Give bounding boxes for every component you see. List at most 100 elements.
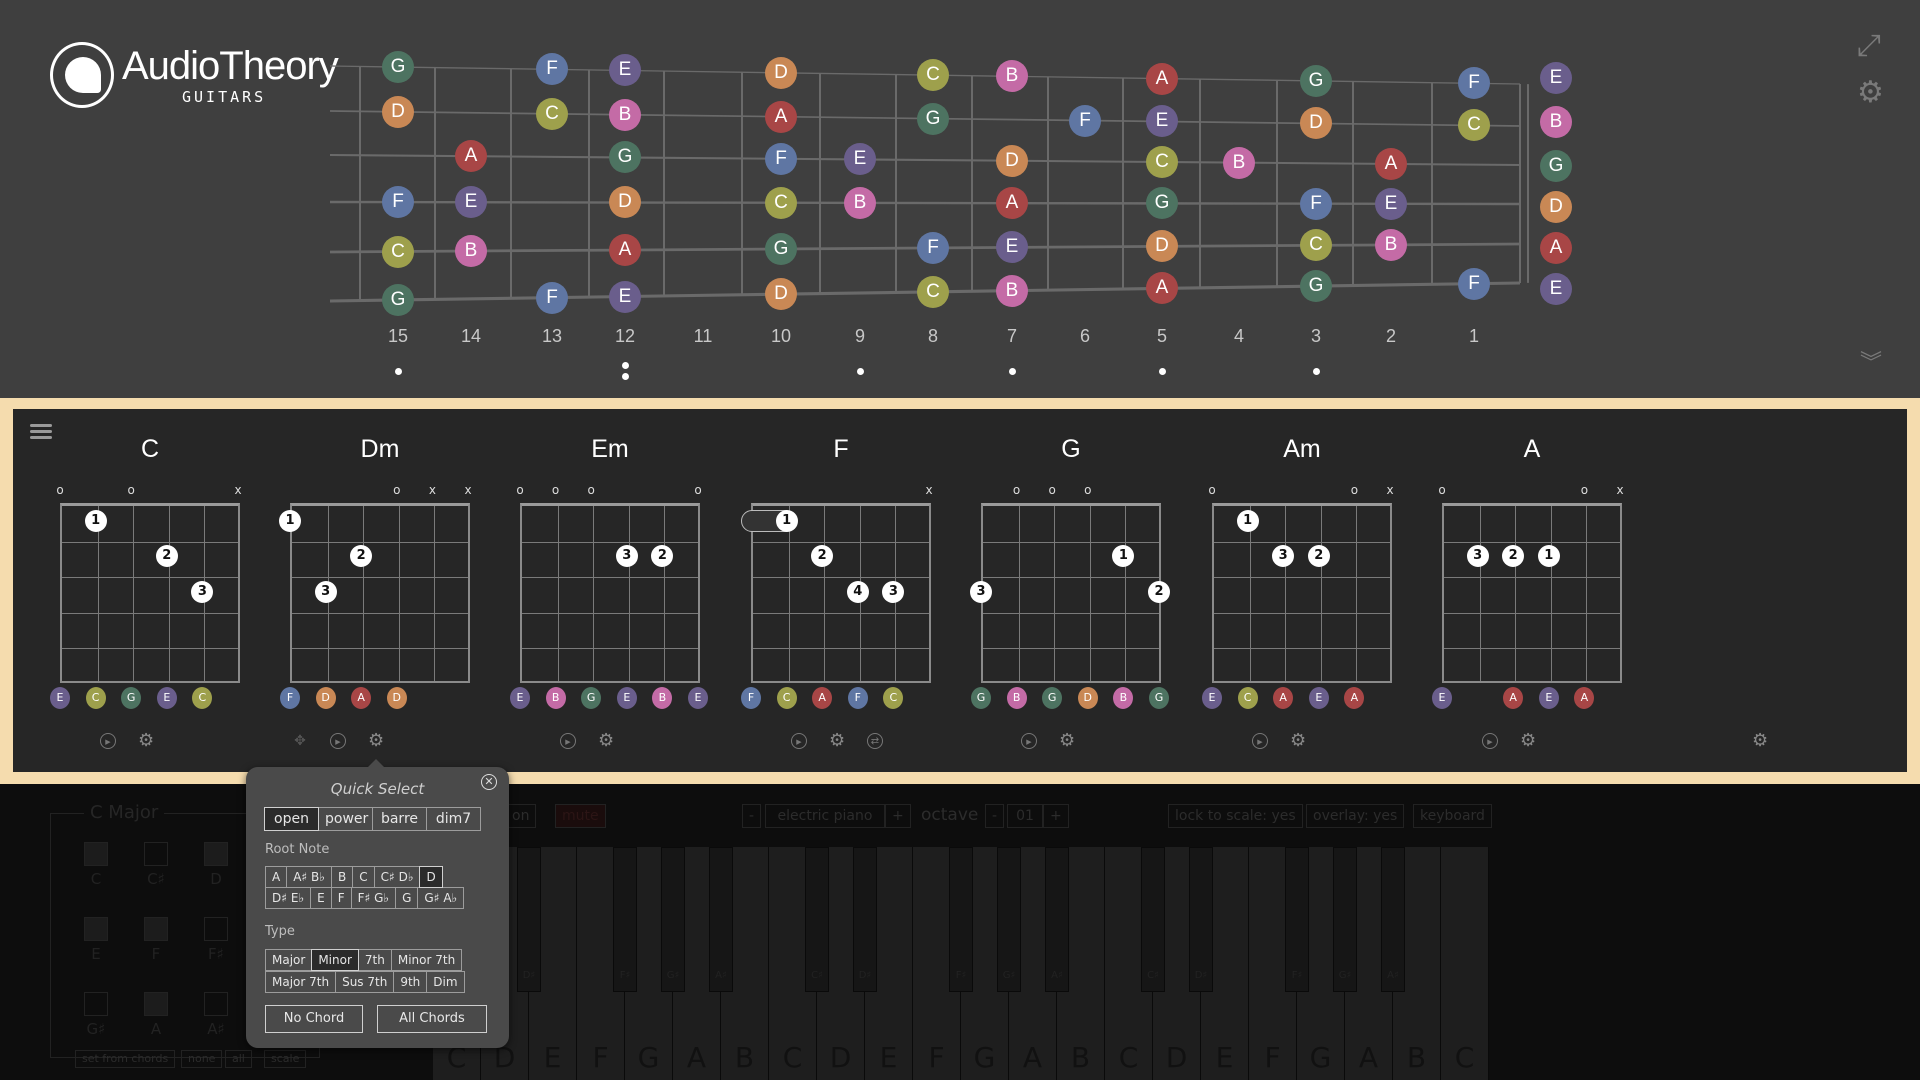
root-note-option[interactable]: A (265, 866, 288, 888)
root-note-option[interactable]: G♯ A♭ (417, 887, 465, 909)
piano-black-key[interactable]: C♯ (805, 847, 829, 992)
chord-card[interactable]: Ao o x 3 2 1 E A E A ▶ ⚙ (1432, 409, 1672, 772)
shape-option[interactable]: power (318, 807, 373, 831)
overlay-button[interactable]: overlay: yes (1306, 804, 1405, 828)
fretboard-note[interactable]: D (996, 144, 1028, 177)
play-icon[interactable]: ▶ (560, 733, 576, 749)
fretboard-note[interactable]: G (1540, 150, 1572, 182)
gear-icon[interactable]: ⚙ (1290, 732, 1306, 750)
add-chord-gear-icon[interactable]: ⚙ (1752, 732, 1768, 750)
scale-preset-button[interactable]: all (225, 1050, 252, 1068)
fretboard-note[interactable]: D (382, 95, 414, 128)
fretboard-note[interactable]: E (1540, 273, 1572, 305)
instrument-select[interactable]: electric piano (765, 804, 885, 828)
root-note-option[interactable]: F♯ G♭ (350, 887, 397, 909)
fretboard-note[interactable]: E (609, 280, 641, 313)
keyboard-button[interactable]: keyboard (1413, 804, 1492, 828)
fretboard-note[interactable]: D (1540, 191, 1572, 223)
chord-card[interactable]: Am o o x 1 3 2 E C A E A ▶ ⚙ (1202, 409, 1442, 772)
gear-icon[interactable]: ⚙ (368, 732, 384, 750)
scale-note-toggle[interactable] (84, 992, 108, 1016)
fretboard-note[interactable]: E (1375, 187, 1407, 220)
octave-plus-button[interactable]: + (1043, 804, 1069, 828)
instrument-prev-button[interactable]: - (742, 804, 762, 828)
finger-marker[interactable]: 1 (84, 509, 107, 532)
piano-black-key[interactable]: D♯ (1189, 847, 1213, 992)
chord-type-option[interactable]: Dim (426, 971, 465, 993)
fretboard-note[interactable]: F (1300, 187, 1332, 220)
fretboard-note[interactable]: F (765, 142, 797, 175)
chord-card[interactable]: Go o o 1 3 2 G B G D B G ▶ ⚙ (970, 409, 1211, 772)
root-note-option[interactable]: C (352, 866, 375, 888)
fretboard-note[interactable]: C (917, 275, 949, 308)
fretboard-note[interactable]: G (382, 51, 414, 84)
move-icon[interactable]: ✥ (292, 733, 308, 749)
fretboard-note[interactable]: G (765, 232, 797, 265)
octave-minus-button[interactable]: - (985, 804, 1005, 828)
piano-black-key[interactable]: A♯ (1381, 847, 1405, 992)
piano-black-key[interactable]: G♯ (1333, 847, 1357, 992)
root-note-option[interactable]: C♯ D♭ (373, 866, 421, 888)
root-note-option[interactable]: A♯ B♭ (286, 866, 332, 888)
gear-icon[interactable]: ⚙ (1059, 732, 1075, 750)
shape-option[interactable]: open (264, 807, 319, 831)
fretboard-note[interactable]: G (1300, 270, 1332, 303)
finger-marker[interactable]: 2 (1148, 581, 1170, 603)
fretboard-note[interactable]: G (917, 102, 949, 135)
fretboard-note[interactable]: C (536, 97, 568, 130)
fretboard-note[interactable]: A (996, 187, 1028, 220)
fretboard-note[interactable]: F (1458, 267, 1490, 300)
gear-icon[interactable]: ⚙ (1857, 75, 1884, 110)
fretboard-note[interactable]: D (765, 278, 797, 311)
root-note-option[interactable]: B (330, 866, 354, 888)
play-icon[interactable]: ▶ (100, 733, 116, 749)
chord-type-option[interactable]: Minor (311, 949, 359, 971)
scale-note-toggle[interactable] (84, 842, 108, 866)
scale-note-toggle[interactable] (204, 917, 228, 941)
root-note-option[interactable]: G (395, 887, 419, 909)
finger-marker[interactable]: 4 (846, 581, 869, 603)
scale-preset-button[interactable]: none (181, 1050, 223, 1068)
gear-icon[interactable]: ⚙ (598, 732, 614, 750)
fretboard-note[interactable]: A (1375, 147, 1407, 180)
fretboard-note[interactable]: E (1540, 62, 1572, 94)
chord-card[interactable]: Em o o o o 3 2 E B G E B E ▶ ⚙ (510, 409, 750, 772)
fretboard-note[interactable]: D (765, 56, 797, 89)
fretboard-note[interactable]: A (609, 234, 641, 267)
double-chevron-down-icon[interactable]: ︾ (1860, 345, 1882, 377)
finger-marker[interactable]: 3 (314, 581, 337, 603)
piano-black-key[interactable]: C♯ (1141, 847, 1165, 992)
chord-type-option[interactable]: Minor 7th (390, 949, 463, 971)
piano-white-key[interactable]: C (1441, 847, 1489, 1080)
scale-note-toggle[interactable] (144, 917, 168, 941)
fretboard-note[interactable]: A (1540, 232, 1572, 264)
fretboard-note[interactable]: C (765, 186, 797, 219)
fretboard-note[interactable]: G (1300, 64, 1332, 97)
fretboard-note[interactable]: F (1069, 104, 1101, 137)
chord-type-option[interactable]: 9th (393, 971, 428, 993)
finger-marker[interactable]: 1 (1236, 509, 1259, 532)
piano-black-key[interactable]: D♯ (853, 847, 877, 992)
gear-icon[interactable]: ⚙ (1520, 732, 1536, 750)
chord-card[interactable]: Dm o x x 1 2 3 F D A D ✥ ▶ ⚙ (279, 409, 520, 772)
hamburger-menu-icon[interactable] (30, 424, 52, 440)
no-chord-button[interactable]: No Chord (265, 1005, 363, 1033)
fretboard-note[interactable]: C (382, 235, 414, 268)
play-icon[interactable]: ▶ (330, 733, 346, 749)
toggle-button[interactable]: on (505, 804, 537, 828)
piano-black-key[interactable]: D♯ (517, 847, 541, 992)
close-circle-icon[interactable]: ✕ (481, 774, 497, 790)
finger-marker[interactable]: 3 (970, 581, 992, 603)
scale-note-toggle[interactable] (144, 992, 168, 1016)
chord-type-option[interactable]: Sus 7th (335, 971, 395, 993)
scale-note-toggle[interactable] (144, 842, 168, 866)
fretboard-note[interactable]: A (1146, 62, 1178, 95)
root-note-option[interactable]: F (330, 887, 352, 909)
fretboard-note[interactable]: B (1540, 106, 1572, 138)
fretboard-note[interactable]: F (917, 231, 949, 264)
piano-black-key[interactable]: F♯ (613, 847, 637, 992)
chord-card[interactable]: Co o x 1 2 3 E C G E C ▶ ⚙ (50, 409, 290, 772)
fretboard-note[interactable]: C (1146, 145, 1178, 178)
scale-note-toggle[interactable] (204, 842, 228, 866)
piano-black-key[interactable]: A♯ (709, 847, 733, 992)
